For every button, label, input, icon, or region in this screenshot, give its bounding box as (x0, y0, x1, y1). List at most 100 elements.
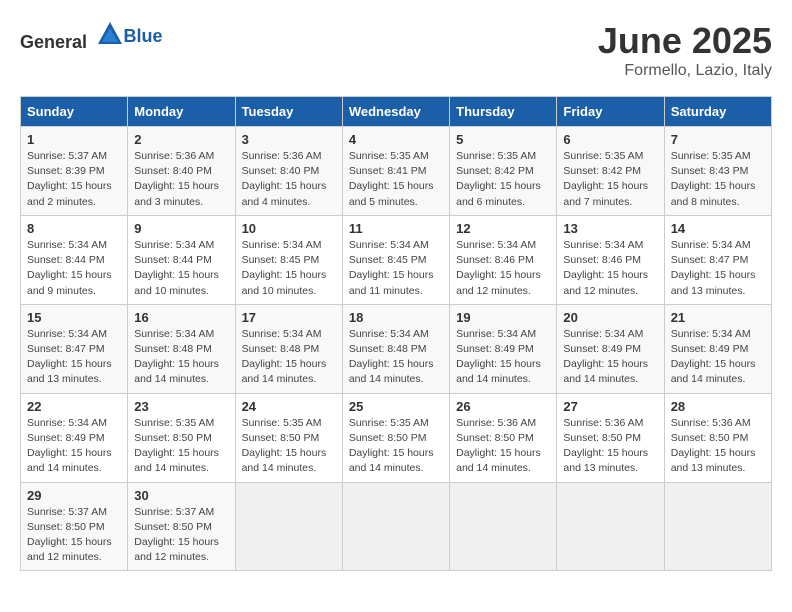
day-number: 6 (563, 132, 657, 147)
day-number: 13 (563, 221, 657, 236)
calendar-cell: 11Sunrise: 5:34 AMSunset: 8:45 PMDayligh… (342, 215, 449, 304)
calendar-cell: 9 Sunrise: 5:34 AMSunset: 8:44 PMDaylight… (128, 215, 235, 304)
calendar-cell: 5Sunrise: 5:35 AMSunset: 8:42 PMDaylight… (450, 127, 557, 216)
day-info: Sunrise: 5:35 AMSunset: 8:43 PMDaylight:… (671, 149, 765, 210)
day-number: 27 (563, 399, 657, 414)
day-info: Sunrise: 5:36 AMSunset: 8:50 PMDaylight:… (456, 416, 550, 477)
day-info: Sunrise: 5:34 AMSunset: 8:49 PMDaylight:… (671, 327, 765, 388)
day-number: 21 (671, 310, 765, 325)
logo: General Blue (20, 20, 163, 53)
day-number: 24 (242, 399, 336, 414)
calendar-cell: 24 Sunrise: 5:35 AMSunset: 8:50 PMDayligh… (235, 393, 342, 482)
weekday-header-monday: Monday (128, 97, 235, 127)
month-title: June 2025 (598, 20, 772, 62)
weekday-header-saturday: Saturday (664, 97, 771, 127)
calendar-cell: 10Sunrise: 5:34 AMSunset: 8:45 PMDayligh… (235, 215, 342, 304)
day-number: 23 (134, 399, 228, 414)
day-number: 5 (456, 132, 550, 147)
day-info: Sunrise: 5:34 AMSunset: 8:44 PMDaylight:… (27, 238, 121, 299)
calendar-cell: 28Sunrise: 5:36 AMSunset: 8:50 PMDayligh… (664, 393, 771, 482)
title-area: June 2025 Formello, Lazio, Italy (598, 20, 772, 80)
day-number: 29 (27, 488, 121, 503)
day-info: Sunrise: 5:34 AMSunset: 8:49 PMDaylight:… (27, 416, 121, 477)
calendar-cell: 29 Sunrise: 5:37 AMSunset: 8:50 PMDayligh… (21, 482, 128, 571)
day-number: 30 (134, 488, 228, 503)
day-number: 18 (349, 310, 443, 325)
calendar-cell: 20 Sunrise: 5:34 AMSunset: 8:49 PMDayligh… (557, 304, 664, 393)
calendar-cell (664, 482, 771, 571)
weekday-header-thursday: Thursday (450, 97, 557, 127)
calendar-cell: 2 Sunrise: 5:36 AMSunset: 8:40 PMDaylight… (128, 127, 235, 216)
day-number: 14 (671, 221, 765, 236)
calendar-cell: 6 Sunrise: 5:35 AMSunset: 8:42 PMDaylight… (557, 127, 664, 216)
calendar-week-4: 22 Sunrise: 5:34 AMSunset: 8:49 PMDayligh… (21, 393, 772, 482)
calendar-week-2: 8Sunrise: 5:34 AMSunset: 8:44 PMDaylight… (21, 215, 772, 304)
calendar-cell: 12Sunrise: 5:34 AMSunset: 8:46 PMDayligh… (450, 215, 557, 304)
calendar-cell: 22 Sunrise: 5:34 AMSunset: 8:49 PMDayligh… (21, 393, 128, 482)
calendar-cell: 23Sunrise: 5:35 AMSunset: 8:50 PMDayligh… (128, 393, 235, 482)
weekday-header-friday: Friday (557, 97, 664, 127)
day-number: 1 (27, 132, 121, 147)
day-number: 11 (349, 221, 443, 236)
calendar-cell: 16 Sunrise: 5:34 AMSunset: 8:48 PMDayligh… (128, 304, 235, 393)
calendar-cell: 18 Sunrise: 5:34 AMSunset: 8:48 PMDayligh… (342, 304, 449, 393)
day-info: Sunrise: 5:34 AMSunset: 8:46 PMDaylight:… (456, 238, 550, 299)
calendar-cell (342, 482, 449, 571)
weekday-header-wednesday: Wednesday (342, 97, 449, 127)
calendar-cell (235, 482, 342, 571)
day-number: 28 (671, 399, 765, 414)
calendar-week-5: 29 Sunrise: 5:37 AMSunset: 8:50 PMDayligh… (21, 482, 772, 571)
day-info: Sunrise: 5:36 AMSunset: 8:40 PMDaylight:… (134, 149, 228, 210)
logo-blue: Blue (124, 26, 163, 46)
weekday-header-sunday: Sunday (21, 97, 128, 127)
calendar-cell: 17 Sunrise: 5:34 AMSunset: 8:48 PMDayligh… (235, 304, 342, 393)
calendar-table: SundayMondayTuesdayWednesdayThursdayFrid… (20, 96, 772, 571)
calendar-cell: 26 Sunrise: 5:36 AMSunset: 8:50 PMDayligh… (450, 393, 557, 482)
calendar-cell: 4 Sunrise: 5:35 AMSunset: 8:41 PMDaylight… (342, 127, 449, 216)
day-info: Sunrise: 5:34 AMSunset: 8:47 PMDaylight:… (671, 238, 765, 299)
day-number: 22 (27, 399, 121, 414)
day-info: Sunrise: 5:35 AMSunset: 8:50 PMDaylight:… (349, 416, 443, 477)
day-number: 4 (349, 132, 443, 147)
day-info: Sunrise: 5:34 AMSunset: 8:48 PMDaylight:… (349, 327, 443, 388)
day-info: Sunrise: 5:37 AMSunset: 8:39 PMDaylight:… (27, 149, 121, 210)
day-number: 2 (134, 132, 228, 147)
location-title: Formello, Lazio, Italy (598, 62, 772, 80)
calendar-cell: 21 Sunrise: 5:34 AMSunset: 8:49 PMDayligh… (664, 304, 771, 393)
logo-icon (96, 20, 124, 48)
day-number: 16 (134, 310, 228, 325)
calendar-cell (557, 482, 664, 571)
day-number: 20 (563, 310, 657, 325)
day-info: Sunrise: 5:34 AMSunset: 8:46 PMDaylight:… (563, 238, 657, 299)
day-info: Sunrise: 5:35 AMSunset: 8:42 PMDaylight:… (563, 149, 657, 210)
weekday-header-row: SundayMondayTuesdayWednesdayThursdayFrid… (21, 97, 772, 127)
day-info: Sunrise: 5:34 AMSunset: 8:45 PMDaylight:… (242, 238, 336, 299)
day-number: 7 (671, 132, 765, 147)
day-info: Sunrise: 5:34 AMSunset: 8:48 PMDaylight:… (134, 327, 228, 388)
day-number: 9 (134, 221, 228, 236)
calendar-cell: 3 Sunrise: 5:36 AMSunset: 8:40 PMDaylight… (235, 127, 342, 216)
day-number: 26 (456, 399, 550, 414)
calendar-cell: 13 Sunrise: 5:34 AMSunset: 8:46 PMDayligh… (557, 215, 664, 304)
day-number: 17 (242, 310, 336, 325)
calendar-cell: 7 Sunrise: 5:35 AMSunset: 8:43 PMDaylight… (664, 127, 771, 216)
day-info: Sunrise: 5:34 AMSunset: 8:44 PMDaylight:… (134, 238, 228, 299)
day-info: Sunrise: 5:37 AMSunset: 8:50 PMDaylight:… (27, 505, 121, 566)
calendar-cell: 14 Sunrise: 5:34 AMSunset: 8:47 PMDayligh… (664, 215, 771, 304)
day-info: Sunrise: 5:34 AMSunset: 8:49 PMDaylight:… (563, 327, 657, 388)
day-info: Sunrise: 5:34 AMSunset: 8:48 PMDaylight:… (242, 327, 336, 388)
calendar-cell: 15Sunrise: 5:34 AMSunset: 8:47 PMDayligh… (21, 304, 128, 393)
day-info: Sunrise: 5:35 AMSunset: 8:41 PMDaylight:… (349, 149, 443, 210)
day-number: 19 (456, 310, 550, 325)
day-info: Sunrise: 5:36 AMSunset: 8:50 PMDaylight:… (563, 416, 657, 477)
day-info: Sunrise: 5:35 AMSunset: 8:50 PMDaylight:… (242, 416, 336, 477)
logo-general: General (20, 32, 87, 52)
calendar-cell: 25Sunrise: 5:35 AMSunset: 8:50 PMDayligh… (342, 393, 449, 482)
day-info: Sunrise: 5:34 AMSunset: 8:49 PMDaylight:… (456, 327, 550, 388)
day-info: Sunrise: 5:36 AMSunset: 8:40 PMDaylight:… (242, 149, 336, 210)
day-number: 3 (242, 132, 336, 147)
day-number: 15 (27, 310, 121, 325)
day-info: Sunrise: 5:37 AMSunset: 8:50 PMDaylight:… (134, 505, 228, 566)
calendar-cell: 8Sunrise: 5:34 AMSunset: 8:44 PMDaylight… (21, 215, 128, 304)
calendar-cell: 27 Sunrise: 5:36 AMSunset: 8:50 PMDayligh… (557, 393, 664, 482)
